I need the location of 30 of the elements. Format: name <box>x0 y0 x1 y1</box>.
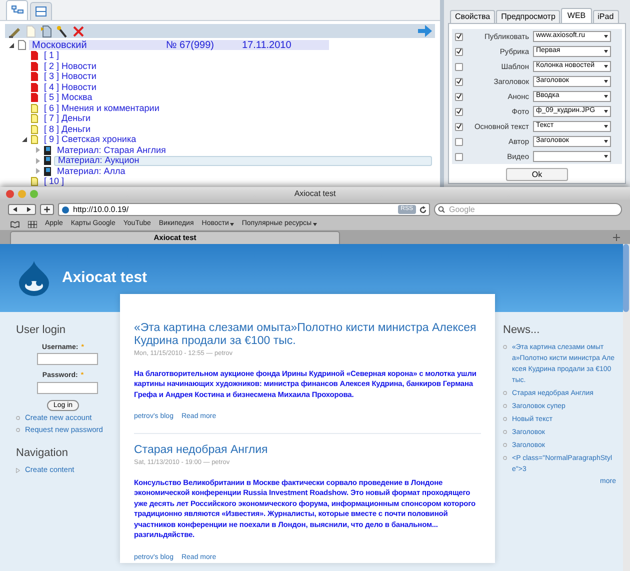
tree-item[interactable]: Материал: Аукцион <box>54 156 432 166</box>
post-title[interactable]: Старая недобрая Англия <box>134 444 481 457</box>
tree-item[interactable]: [ 8 ] Деньги <box>41 124 432 134</box>
tree-item[interactable]: [ 9 ] Светская хроника <box>41 134 432 145</box>
block-title: Navigation <box>16 446 69 460</box>
tree-item[interactable]: [ 5 ] Москва <box>41 92 432 103</box>
tab[interactable]: WEB <box>561 8 592 23</box>
tree-item[interactable]: [ 10 ] <box>41 176 432 187</box>
tree-item[interactable]: [ 2 ] Новости <box>41 61 432 72</box>
tab[interactable]: Предпросмотр <box>496 10 560 23</box>
post-title[interactable]: «Эта картина слезами омыта»Полотно кисти министра Алексея Кудрина продали за €100 тыс. <box>134 322 481 348</box>
tree-item[interactable]: [ 3 ] Новости <box>41 72 432 82</box>
tree-item[interactable]: Материал: Алла <box>54 166 432 176</box>
tree-item[interactable]: [ 7 ] Деньги <box>41 114 432 124</box>
block-title: News... <box>503 323 541 338</box>
tree-item-title[interactable]: Московский <box>32 38 166 53</box>
tree-item[interactable]: [ 1 ] <box>41 50 432 61</box>
url-text: http://10.0.0.19/ <box>73 204 130 216</box>
tree-item[interactable]: Материал: Старая Англия <box>54 145 432 156</box>
issue-date: 17.11.2010 <box>242 38 292 53</box>
tree-item[interactable]: [ 4 ] Новости <box>41 82 432 92</box>
window-title: Axiocat test <box>293 188 337 200</box>
tree-item[interactable]: [ 6 ] Мнения и комментарии <box>41 103 432 114</box>
ok-button[interactable]: Ok <box>506 168 568 181</box>
search-field[interactable]: Google <box>434 203 622 216</box>
block-title: User login <box>16 323 67 338</box>
tab[interactable]: iPad <box>592 10 619 23</box>
tab[interactable]: Свойства <box>450 10 496 23</box>
issue-number: № 67(999) <box>166 38 215 53</box>
tree-row[interactable]: Московский № 67(999) 17.11.2010 <box>29 40 329 50</box>
